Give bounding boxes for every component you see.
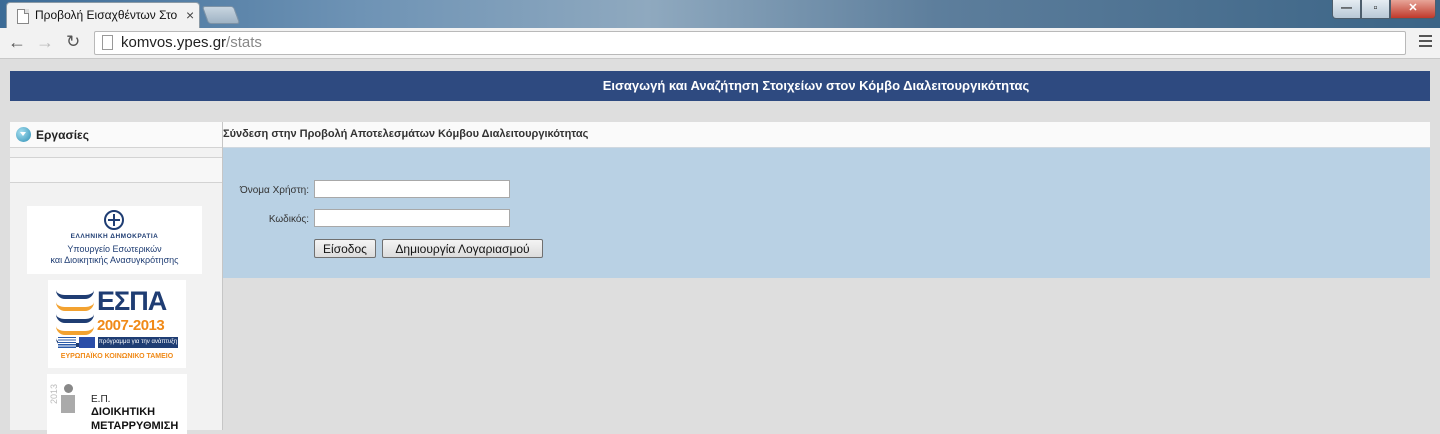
greek-emblem-icon: [104, 210, 124, 230]
ministry-logo-line2: Υπουργείο Εσωτερικών: [67, 244, 162, 254]
back-arrow-icon[interactable]: ←: [8, 33, 26, 51]
new-tab-button[interactable]: [201, 6, 241, 24]
maximize-button[interactable]: ▫: [1361, 0, 1390, 19]
forward-arrow-icon[interactable]: →: [36, 33, 54, 51]
address-bar[interactable]: komvos.ypes.gr/stats: [94, 31, 1406, 55]
sidebar-title: Εργασίες: [36, 128, 89, 142]
ep-line2: ΔΙΟΙΚΗΤΙΚΗ: [91, 406, 156, 418]
password-label: Κωδικός:: [268, 214, 309, 225]
page-icon: [17, 9, 29, 24]
password-input[interactable]: [314, 209, 510, 227]
greek-flag-icon: [58, 337, 76, 348]
ep-year: 2013: [49, 383, 59, 404]
menu-icon[interactable]: [1419, 35, 1432, 50]
ep-line3: ΜΕΤΑΡΡΥΘΜΙΣΗ: [91, 420, 179, 432]
reload-icon[interactable]: ↻: [66, 33, 80, 51]
page-title: Σύνδεση στην Προβολή Αποτελεσμάτων Κόμβο…: [223, 128, 589, 140]
banner-title: Εισαγωγή και Αναζήτηση Στοιχείων στον Κό…: [602, 78, 1030, 93]
sidebar: Εργασίες ΕΛΛΗΝΙΚΗ ΔΗΜΟΚΡΑΤΙΑ Υπουργείο Ε…: [10, 122, 223, 434]
espa-years: 2007-2013: [97, 317, 165, 334]
ministry-logo: ΕΛΛΗΝΙΚΗ ΔΗΜΟΚΡΑΤΙΑ Υπουργείο Εσωτερικών…: [27, 206, 202, 274]
username-input[interactable]: [314, 180, 510, 198]
login-button[interactable]: Είσοδος: [314, 239, 376, 258]
tab-close-icon[interactable]: ×: [186, 7, 194, 23]
ministry-logo-line3: και Διοικητικής Ανασυγκρότησης: [50, 255, 179, 265]
ep-line1: Ε.Π.: [91, 394, 111, 405]
person-figure-icon: [59, 384, 77, 414]
browser-toolbar: ← → ↻ komvos.ypes.gr/stats: [0, 28, 1440, 59]
espa-title: ΕΣΠΑ: [97, 286, 167, 316]
content-header: Σύνδεση στην Προβολή Αποτελεσμάτων Κόμβο…: [223, 122, 1430, 148]
url-text[interactable]: komvos.ypes.gr/stats: [121, 34, 262, 51]
page-content: Εισαγωγή και Αναζήτηση Στοιχείων στον Κό…: [0, 59, 1440, 434]
sidebar-header[interactable]: Εργασίες: [10, 122, 222, 148]
ep-logo: 2013 Ε.Π. ΔΙΟΙΚΗΤΙΚΗ ΜΕΤΑΡΡΥΘΜΙΣΗ: [47, 374, 187, 434]
sidebar-empty-row: [10, 157, 222, 183]
browser-tab[interactable]: Προβολή Εισαχθέντων Στο ×: [6, 2, 200, 29]
browser-title-bar: Προβολή Εισαχθέντων Στο × — ▫ ✕: [0, 0, 1440, 29]
username-label: Όνομα Χρήστη:: [239, 185, 309, 196]
url-host: komvos.ypes.gr: [121, 34, 227, 51]
login-form: Όνομα Χρήστη: Κωδικός: Είσοδος Δημιουργί…: [223, 148, 1430, 278]
close-window-button[interactable]: ✕: [1390, 0, 1436, 19]
tab-title: Προβολή Εισαχθέντων Στο: [35, 8, 178, 22]
url-path: /stats: [226, 34, 262, 51]
page-banner: Εισαγωγή και Αναζήτηση Στοιχείων στον Κό…: [10, 71, 1430, 101]
eu-flag-icon: [79, 337, 95, 348]
ministry-logo-line1: ΕΛΛΗΝΙΚΗ ΔΗΜΟΚΡΑΤΙΑ: [70, 233, 159, 240]
espa-program: πρόγραμμα για την ανάπτυξη: [98, 337, 178, 348]
chevron-down-circle-icon[interactable]: [16, 127, 31, 142]
create-account-button[interactable]: Δημιουργία Λογαριασμού: [382, 239, 543, 258]
page-icon: [102, 35, 113, 50]
espa-logo: ΕΣΠΑ 2007-2013 πρόγραμμα για την ανάπτυξ…: [48, 280, 186, 368]
window-controls: — ▫ ✕: [1332, 0, 1436, 20]
espa-fund: ΕΥΡΩΠΑΪΚΟ ΚΟΙΝΩΝΙΚΟ ΤΑΜΕΙΟ: [60, 353, 174, 360]
minimize-button[interactable]: —: [1332, 0, 1361, 19]
espa-waves-icon: [56, 290, 94, 347]
